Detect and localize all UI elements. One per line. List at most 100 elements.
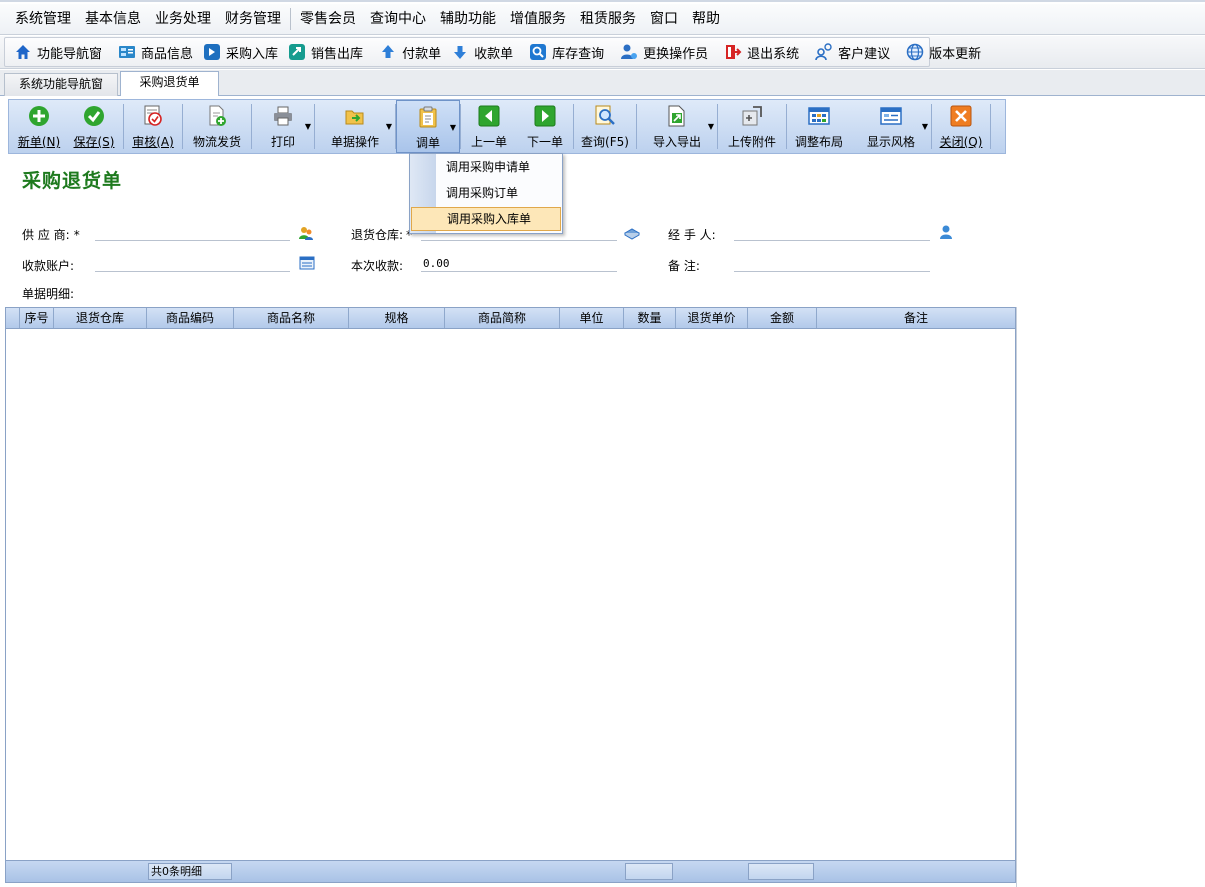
menu-value-added[interactable]: 增值服务: [503, 7, 573, 31]
bill-operations-button[interactable]: 单据操作 ▼: [315, 100, 395, 153]
column-header-unit[interactable]: 单位: [560, 308, 624, 328]
feedback-button[interactable]: 客户建议: [810, 40, 895, 64]
menu-separator: [290, 8, 291, 30]
prev-bill-label: 上一单: [470, 135, 507, 149]
menu-item-purchase-order[interactable]: 调用采购订单: [411, 182, 561, 206]
purchase-in-button[interactable]: 采购入库: [198, 40, 283, 64]
warehouse-picker-icon[interactable]: [623, 225, 641, 241]
exit-system-label: 退出系统: [747, 46, 800, 62]
column-header-unit-price[interactable]: 退货单价: [676, 308, 748, 328]
app-window: 系统管理 基本信息 业务处理 财务管理 零售会员 查询中心 辅助功能 增值服务 …: [0, 0, 1205, 887]
receipt-label: 收款单: [474, 46, 514, 62]
home-icon: [14, 43, 32, 61]
column-header-remark[interactable]: 备注: [817, 308, 1015, 328]
footer-quantity-total: [625, 863, 673, 880]
logistics-label: 物流发货: [192, 135, 241, 149]
sales-out-label: 销售出库: [311, 46, 364, 62]
remark-input[interactable]: [734, 255, 930, 272]
call-bill-button[interactable]: 调单 ▼: [396, 100, 460, 153]
grid-header: 序号 退货仓库 商品编码 商品名称 规格 商品简称 单位 数量 退货单价 金额 …: [6, 308, 1015, 329]
adjust-layout-button[interactable]: 调整布局: [787, 100, 851, 153]
account-list-icon[interactable]: [299, 255, 315, 271]
menu-finance[interactable]: 财务管理: [218, 7, 288, 31]
detail-grid[interactable]: 序号 退货仓库 商品编码 商品名称 规格 商品简称 单位 数量 退货单价 金额 …: [5, 307, 1016, 883]
exit-system-button[interactable]: 退出系统: [719, 40, 804, 64]
prev-bill-button[interactable]: 上一单: [461, 100, 517, 153]
column-header-short-name[interactable]: 商品简称: [445, 308, 560, 328]
menu-window[interactable]: 窗口: [643, 7, 685, 31]
nav-window-button[interactable]: 功能导航窗: [9, 40, 107, 64]
document-add-icon: [206, 105, 228, 127]
quick-toolbar: 功能导航窗 商品信息 采购入库 销售出库 付款单 收款单 库存查询 更换操作员 …: [0, 36, 1205, 69]
tab-nav-window[interactable]: 系统功能导航窗: [4, 73, 118, 96]
close-label: 关闭(Q): [939, 135, 983, 149]
tab-purchase-return[interactable]: 采购退货单: [120, 71, 219, 96]
menu-query-center[interactable]: 查询中心: [363, 7, 433, 31]
save-button[interactable]: 保存(S): [65, 100, 123, 153]
import-export-button[interactable]: 导入导出 ▼: [637, 100, 717, 153]
receipt-button[interactable]: 收款单: [446, 40, 518, 64]
payment-button[interactable]: 付款单: [374, 40, 446, 64]
amount-input[interactable]: [421, 255, 617, 272]
save-label: 保存(S): [73, 135, 115, 149]
upload-arrow-icon: [379, 43, 397, 61]
bill-operations-label: 单据操作: [330, 135, 379, 149]
user-picker-icon[interactable]: [938, 224, 954, 240]
dropdown-arrow-icon[interactable]: ▼: [386, 122, 392, 131]
upload-attachment-button[interactable]: 上传附件: [718, 100, 786, 153]
new-bill-button[interactable]: 新单(N): [13, 100, 65, 153]
supplier-picker-icon[interactable]: [298, 225, 314, 241]
logistics-button[interactable]: 物流发货: [183, 100, 251, 153]
arrow-left-icon: [478, 105, 500, 127]
menu-auxiliary[interactable]: 辅助功能: [433, 7, 503, 31]
version-update-button[interactable]: 版本更新: [901, 40, 986, 64]
column-header-code[interactable]: 商品编码: [147, 308, 234, 328]
menu-bar: 系统管理 基本信息 业务处理 财务管理 零售会员 查询中心 辅助功能 增值服务 …: [0, 4, 1205, 35]
column-header-amount[interactable]: 金额: [748, 308, 817, 328]
column-header-spec[interactable]: 规格: [349, 308, 445, 328]
feedback-label: 客户建议: [838, 46, 891, 62]
display-style-button[interactable]: 显示风格 ▼: [851, 100, 931, 153]
column-header-quantity[interactable]: 数量: [624, 308, 676, 328]
grid-row-indicator: [6, 308, 20, 328]
print-button[interactable]: 打印 ▼: [252, 100, 314, 153]
dropdown-arrow-icon[interactable]: ▼: [450, 123, 456, 132]
next-bill-button[interactable]: 下一单: [517, 100, 573, 153]
menu-basic-info[interactable]: 基本信息: [78, 7, 148, 31]
nav-window-label: 功能导航窗: [37, 46, 103, 62]
detail-count: 共0条明细: [148, 863, 232, 880]
account-input[interactable]: [95, 255, 290, 272]
page-title: 采购退货单: [22, 170, 123, 192]
sales-out-button[interactable]: 销售出库: [283, 40, 368, 64]
download-arrow-icon: [451, 43, 469, 61]
column-header-index[interactable]: 序号: [20, 308, 54, 328]
query-button[interactable]: 查询(F5): [574, 100, 636, 153]
menu-retail-member[interactable]: 零售会员: [293, 7, 363, 31]
supplier-input[interactable]: [95, 224, 290, 241]
handler-input[interactable]: [734, 224, 930, 241]
goods-info-button[interactable]: 商品信息: [113, 40, 198, 64]
menu-item-purchase-inbound[interactable]: 调用采购入库单: [411, 207, 561, 231]
close-icon: [950, 105, 972, 127]
new-bill-label: 新单(N): [17, 135, 61, 149]
dropdown-arrow-icon[interactable]: ▼: [305, 122, 311, 131]
folder-arrow-icon: [344, 105, 366, 127]
change-operator-button[interactable]: 更换操作员: [615, 40, 713, 64]
menu-business[interactable]: 业务处理: [148, 7, 218, 31]
menu-leasing[interactable]: 租赁服务: [573, 7, 643, 31]
audit-button[interactable]: 审核(A): [124, 100, 182, 153]
clipboard-icon: [417, 106, 439, 128]
stock-query-button[interactable]: 库存查询: [524, 40, 609, 64]
menu-item-purchase-request[interactable]: 调用采购申请单: [411, 156, 561, 180]
menu-help[interactable]: 帮助: [685, 7, 727, 31]
print-label: 打印: [270, 135, 295, 149]
printer-icon: [272, 105, 294, 127]
column-header-name[interactable]: 商品名称: [234, 308, 349, 328]
dropdown-arrow-icon[interactable]: ▼: [922, 122, 928, 131]
dropdown-arrow-icon[interactable]: ▼: [708, 122, 714, 131]
adjust-layout-label: 调整布局: [794, 135, 843, 149]
display-style-label: 显示风格: [866, 135, 915, 149]
close-button[interactable]: 关闭(Q): [932, 100, 990, 153]
column-header-warehouse[interactable]: 退货仓库: [54, 308, 147, 328]
menu-system[interactable]: 系统管理: [8, 7, 78, 31]
